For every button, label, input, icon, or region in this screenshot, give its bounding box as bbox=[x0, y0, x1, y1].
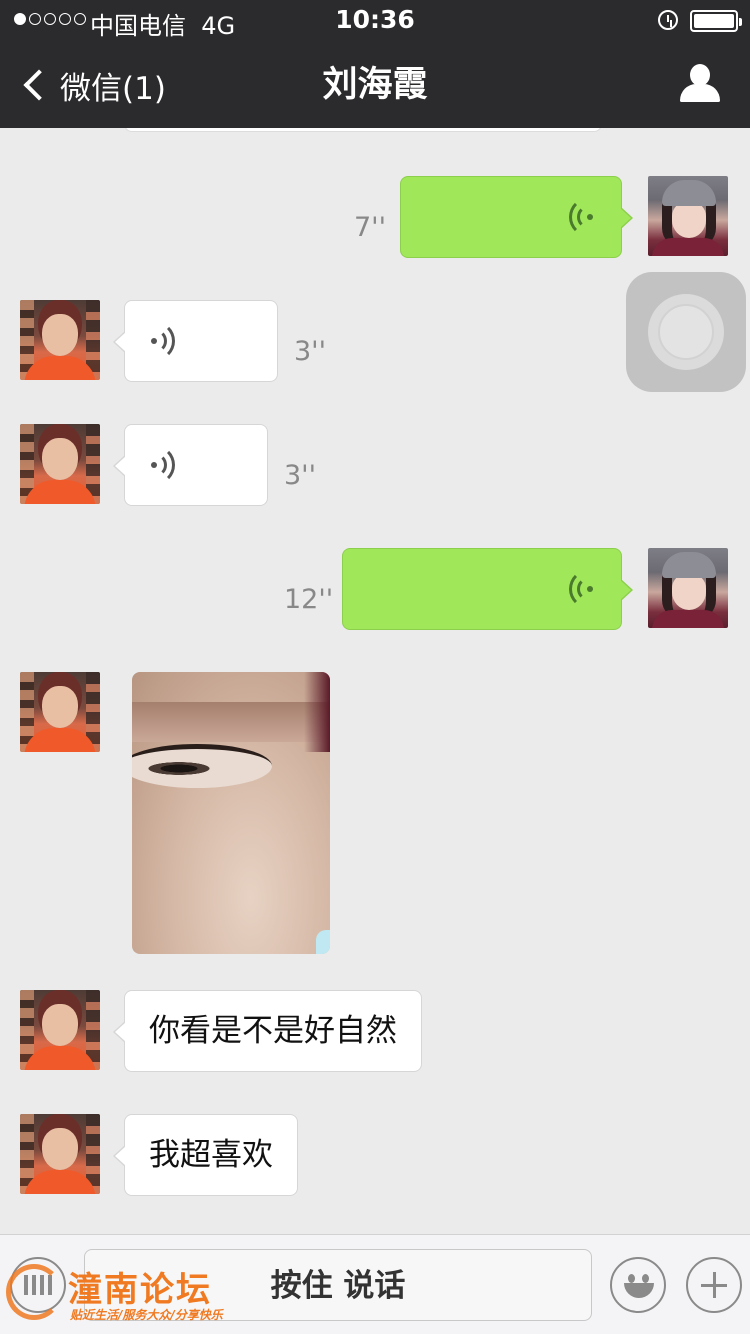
my-avatar[interactable] bbox=[648, 548, 728, 628]
status-bar: 中国电信 4G 10:36 bbox=[0, 0, 750, 40]
contact-avatar[interactable] bbox=[20, 672, 100, 752]
contact-avatar[interactable] bbox=[20, 990, 100, 1070]
forum-watermark: 潼南论坛 贴近生活/服务大众/分享快乐 bbox=[6, 1258, 246, 1324]
incoming-voice-message[interactable] bbox=[113, 424, 268, 506]
incoming-voice-message[interactable] bbox=[113, 300, 278, 382]
contact-avatar[interactable] bbox=[20, 424, 100, 504]
voice-duration: 3'' bbox=[284, 460, 317, 491]
assistive-touch-button[interactable] bbox=[626, 272, 746, 392]
outgoing-voice-message[interactable] bbox=[400, 176, 633, 258]
watermark-logo-icon bbox=[6, 1264, 62, 1320]
voice-duration: 12'' bbox=[284, 584, 334, 615]
incoming-text-message[interactable]: 你看是不是好自然 bbox=[113, 990, 422, 1072]
contact-avatar[interactable] bbox=[20, 300, 100, 380]
message-text: 我超喜欢 bbox=[149, 1137, 273, 1173]
emoji-icon[interactable] bbox=[610, 1257, 666, 1313]
incoming-text-message[interactable]: 我超喜欢 bbox=[113, 1114, 298, 1196]
chat-title: 刘海霞 bbox=[322, 65, 428, 105]
my-avatar[interactable] bbox=[648, 176, 728, 256]
profile-icon[interactable] bbox=[680, 64, 720, 104]
contact-avatar[interactable] bbox=[20, 1114, 100, 1194]
outgoing-voice-message[interactable] bbox=[342, 548, 633, 630]
battery-icon bbox=[690, 10, 742, 32]
watermark-name: 潼南论坛 bbox=[68, 1270, 212, 1310]
voice-wave-icon bbox=[559, 569, 595, 609]
voice-wave-icon bbox=[149, 445, 185, 485]
voice-wave-icon bbox=[559, 197, 595, 237]
incoming-image-message[interactable] bbox=[132, 672, 330, 954]
previous-message-bubble bbox=[124, 128, 602, 132]
voice-duration: 3'' bbox=[294, 336, 327, 367]
chat-area[interactable]: 7'' 3'' 3'' 12'' 你看是不是好自然 我超喜欢 bbox=[0, 128, 750, 1234]
plus-icon[interactable] bbox=[686, 1257, 742, 1313]
status-time: 10:36 bbox=[335, 5, 415, 34]
alarm-icon bbox=[658, 10, 678, 30]
top-bar: 中国电信 4G 10:36 微信(1) 刘海霞 bbox=[0, 0, 750, 128]
voice-duration: 7'' bbox=[354, 212, 387, 243]
message-text: 你看是不是好自然 bbox=[149, 1013, 397, 1049]
watermark-slogan: 贴近生活/服务大众/分享快乐 bbox=[70, 1308, 223, 1322]
voice-wave-icon bbox=[149, 321, 185, 361]
